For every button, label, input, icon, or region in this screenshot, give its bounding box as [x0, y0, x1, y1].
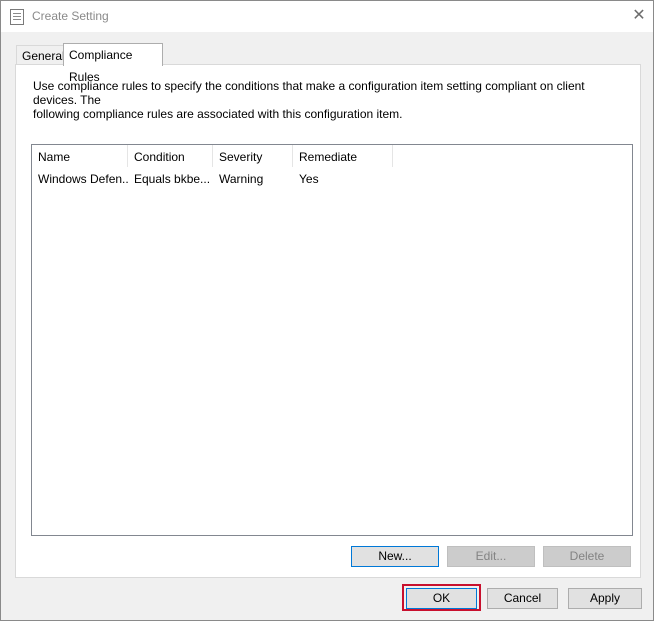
settings-document-icon [10, 9, 24, 25]
ok-button[interactable]: OK [406, 588, 477, 609]
create-setting-dialog: Create Setting ✕ General Compliance Rule… [0, 0, 654, 621]
title-bar: Create Setting ✕ [1, 1, 653, 32]
cell-remediate: Yes [299, 172, 319, 186]
compliance-rules-list[interactable]: Name Condition Severity Remediate Window… [31, 144, 633, 536]
column-header-severity[interactable]: Severity [213, 145, 293, 167]
cancel-button[interactable]: Cancel [487, 588, 558, 609]
delete-rule-button[interactable]: Delete [543, 546, 631, 567]
apply-button[interactable]: Apply [568, 588, 642, 609]
description-line-1: Use compliance rules to specify the cond… [33, 79, 585, 107]
panel-description: Use compliance rules to specify the cond… [33, 79, 613, 121]
tab-general[interactable]: General [16, 45, 65, 66]
column-header-condition[interactable]: Condition [128, 145, 213, 167]
column-header-name[interactable]: Name [32, 145, 128, 167]
compliance-rules-panel: Use compliance rules to specify the cond… [15, 64, 641, 578]
new-rule-button[interactable]: New... [351, 546, 439, 567]
edit-rule-button[interactable]: Edit... [447, 546, 535, 567]
cell-condition: Equals bkbe... [134, 172, 211, 186]
tab-compliance-rules[interactable]: Compliance Rules [63, 43, 163, 84]
column-header-remediate[interactable]: Remediate [293, 145, 393, 167]
description-line-2: following compliance rules are associate… [33, 107, 403, 121]
cell-name: Windows Defen... [38, 172, 128, 186]
window-title: Create Setting [32, 9, 109, 23]
close-icon[interactable]: ✕ [629, 5, 649, 25]
cell-severity: Warning [219, 172, 264, 186]
